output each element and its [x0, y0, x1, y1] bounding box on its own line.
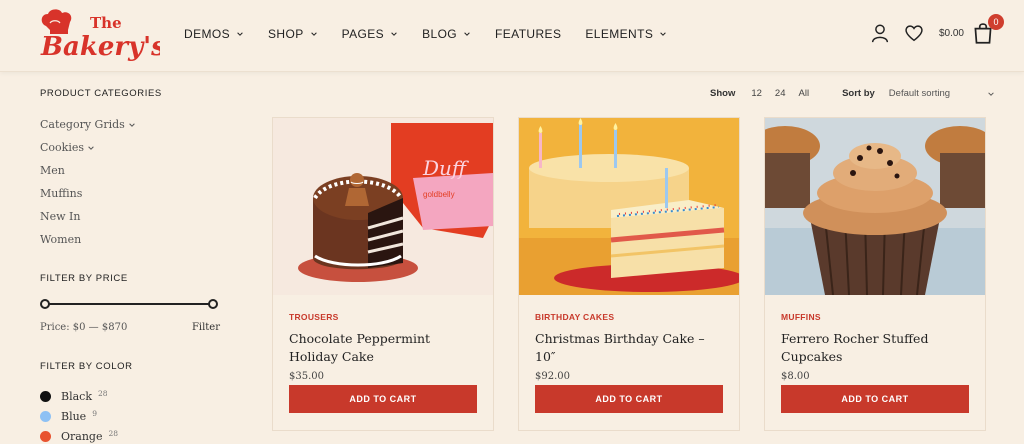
- color-swatch: [40, 410, 51, 422]
- chevron-down-icon: [237, 32, 243, 36]
- price-filter-row: Price: $0 — $870 Filter: [40, 322, 220, 333]
- product-price: $8.00: [781, 371, 810, 382]
- product-title[interactable]: Christmas Birthday Cake – 10″: [535, 330, 723, 366]
- add-to-cart-button[interactable]: ADD TO CART: [781, 385, 969, 413]
- chevron-down-icon: [88, 145, 94, 150]
- price-slider-min-handle[interactable]: [40, 299, 50, 309]
- category-item-cookies[interactable]: Cookies: [40, 136, 230, 159]
- cupcake-image[interactable]: [765, 118, 985, 295]
- nav-item-label: SHOP: [268, 27, 304, 41]
- product-category[interactable]: TROUSERS: [289, 312, 493, 322]
- categories-title: PRODUCT CATEGORIES: [40, 88, 162, 99]
- product-price: $92.00: [535, 371, 570, 382]
- shop-toolbar: Show 12 24 All Sort by Default sorting: [710, 88, 995, 99]
- sort-value: Default sorting: [888, 88, 951, 99]
- product-card[interactable]: MUFFINS Ferrero Rocher Stuffed Cupcakes …: [764, 117, 986, 431]
- color-list: Black 28 Blue 9 Orange 28: [40, 386, 230, 444]
- show-option-24[interactable]: 24: [775, 88, 786, 99]
- product-title[interactable]: Ferrero Rocher Stuffed Cupcakes: [781, 330, 969, 366]
- add-to-cart-button[interactable]: ADD TO CART: [289, 385, 477, 413]
- show-option-12[interactable]: 12: [751, 88, 762, 99]
- nav-item-blog[interactable]: BLOG: [422, 27, 471, 41]
- category-label: New In: [40, 210, 81, 223]
- color-count: 28: [98, 388, 108, 398]
- show-label: Show: [710, 88, 736, 99]
- bakery-logo[interactable]: The Bakery's: [38, 8, 166, 64]
- price-slider-max-handle[interactable]: [208, 299, 218, 309]
- category-item-men[interactable]: Men: [40, 159, 230, 182]
- shop-sidebar: PRODUCT CATEGORIES Category Grids Cookies…: [40, 88, 230, 444]
- product-card[interactable]: Duff goldbelly TROUSERS Chocolate Pepper…: [272, 117, 494, 431]
- filter-button[interactable]: Filter: [192, 322, 220, 333]
- product-card[interactable]: BIRTHDAY CAKES Christmas Birthday Cake –…: [518, 117, 740, 431]
- color-swatch: [40, 390, 51, 402]
- color-count: 9: [92, 408, 97, 418]
- main-nav: DEMOS SHOP PAGES BLOG FEATURES ELEMENTS: [184, 27, 691, 41]
- box-sub-text: goldbelly: [423, 190, 455, 199]
- nav-item-label: BLOG: [422, 27, 458, 41]
- cart-button[interactable]: 0: [970, 14, 1004, 46]
- category-label: Category Grids: [40, 118, 125, 131]
- cart-count-badge: 0: [988, 14, 1004, 30]
- color-count: 28: [108, 428, 119, 438]
- nav-item-label: ELEMENTS: [585, 27, 654, 41]
- chevron-down-icon: [660, 32, 667, 36]
- birthday-cake-image[interactable]: [519, 118, 739, 295]
- chevron-down-icon: [391, 32, 397, 36]
- category-label: Men: [40, 164, 65, 177]
- logo-text-top: The: [90, 14, 122, 32]
- color-label: Black: [61, 389, 92, 403]
- product-category[interactable]: BIRTHDAY CAKES: [535, 312, 739, 322]
- chevron-down-icon: [988, 91, 994, 96]
- nav-item-demos[interactable]: DEMOS: [184, 27, 244, 41]
- site-header: The Bakery's DEMOS SHOP PAGES BLOG FEATURES E…: [0, 0, 1024, 72]
- nav-item-elements[interactable]: ELEMENTS: [585, 27, 667, 41]
- chevron-down-icon: [310, 32, 317, 36]
- show-option-all[interactable]: All: [799, 88, 810, 99]
- sort-label: Sort by: [842, 88, 875, 99]
- nav-item-label: PAGES: [341, 27, 385, 41]
- category-label: Women: [40, 233, 82, 246]
- category-item-category-grids[interactable]: Category Grids: [40, 113, 230, 136]
- chevron-down-icon: [129, 122, 135, 127]
- category-item-new-in[interactable]: New In: [40, 205, 230, 228]
- nav-item-shop[interactable]: SHOP: [268, 27, 318, 41]
- category-item-women[interactable]: Women: [40, 228, 230, 251]
- product-category[interactable]: MUFFINS: [781, 312, 985, 322]
- price-range-text: Price: $0 — $870: [40, 322, 128, 333]
- sort-select[interactable]: Default sorting: [889, 88, 995, 99]
- box-brand-text: Duff: [422, 156, 470, 180]
- category-list: Category Grids Cookies Men Muffins New In Wom…: [40, 113, 230, 251]
- color-filter-black[interactable]: Black 28: [40, 386, 230, 406]
- color-label: Orange: [61, 429, 103, 443]
- color-filter-title: FILTER BY COLOR: [40, 361, 133, 372]
- user-icon[interactable]: [869, 22, 891, 44]
- color-swatch: [40, 430, 51, 442]
- color-filter-orange[interactable]: Orange 28: [40, 426, 230, 444]
- price-slider[interactable]: [40, 298, 218, 310]
- logo-text-main: Bakery's: [40, 32, 160, 62]
- chevron-down-icon: [464, 32, 470, 36]
- category-item-muffins[interactable]: Muffins: [40, 182, 230, 205]
- heart-icon[interactable]: [903, 22, 925, 44]
- nav-item-features[interactable]: FEATURES: [495, 27, 561, 41]
- nav-item-pages[interactable]: PAGES: [342, 27, 398, 41]
- category-label: Cookies: [40, 141, 84, 154]
- nav-item-label: FEATURES: [495, 27, 562, 41]
- add-to-cart-button[interactable]: ADD TO CART: [535, 385, 723, 413]
- nav-item-label: DEMOS: [184, 27, 231, 41]
- cart-total[interactable]: $0.00: [939, 28, 964, 39]
- color-filter-blue[interactable]: Blue 9: [40, 406, 230, 426]
- header-actions: $0.00 0: [857, 14, 1004, 46]
- color-label: Blue: [61, 409, 87, 423]
- product-title[interactable]: Chocolate Peppermint Holiday Cake: [289, 330, 477, 366]
- price-filter-title: FILTER BY PRICE: [40, 273, 128, 284]
- chocolate-cake-image[interactable]: Duff goldbelly: [273, 118, 493, 295]
- category-label: Muffins: [40, 187, 83, 200]
- price-slider-track: [45, 303, 213, 305]
- product-price: $35.00: [289, 371, 324, 382]
